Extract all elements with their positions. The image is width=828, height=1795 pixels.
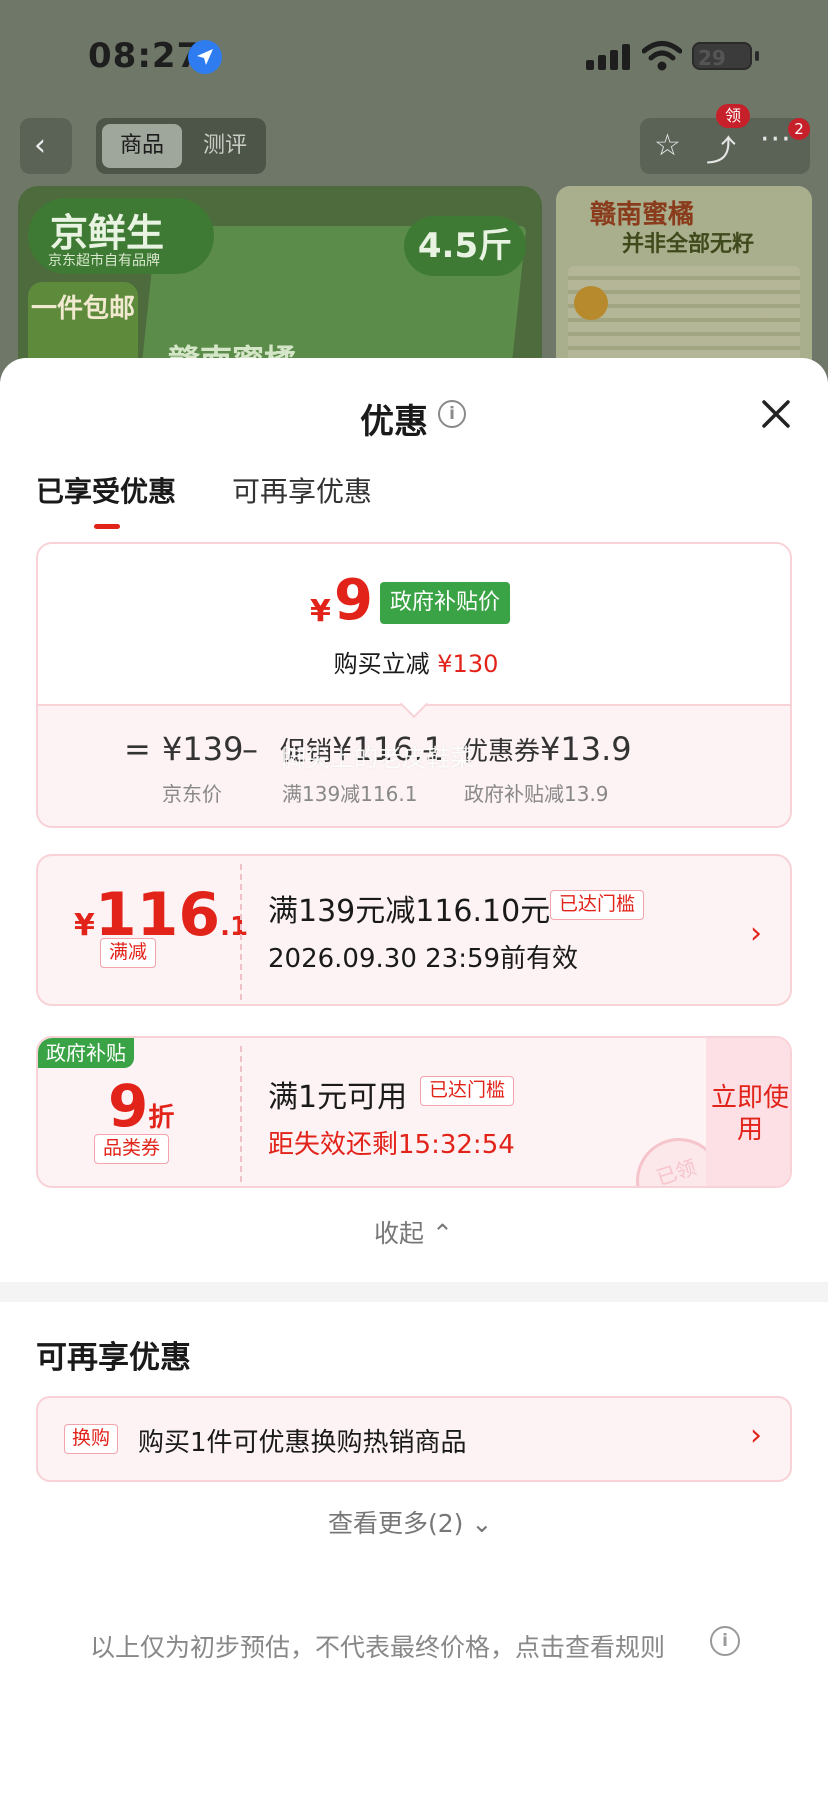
status-time: 08:27: [88, 36, 202, 76]
brand-name: 京鲜生: [50, 211, 165, 255]
base-price-label: 京东价: [162, 782, 222, 806]
swap-text: 购买1件可优惠换购热销商品: [138, 1428, 467, 1458]
coupon-label: 政府补贴减13.9: [464, 782, 609, 806]
tab-indicator: [94, 524, 120, 529]
price-summary-card: ¥ 9 政府补贴价 购买立减 ¥130 = ¥139 京东价 – 促销¥116.…: [36, 542, 792, 828]
equals-sign: =: [124, 730, 151, 768]
promo-label: 满139减116.1: [282, 782, 418, 806]
wifi-icon: [642, 41, 682, 71]
star-icon[interactable]: ☆: [654, 128, 681, 163]
coupon-divider: [240, 864, 242, 1000]
tab-available[interactable]: 可再享优惠: [232, 470, 372, 510]
sheet-title: 优惠: [360, 402, 428, 442]
back-button[interactable]: ‹: [20, 118, 72, 174]
brand-sub: 京东超市自有品牌: [48, 253, 160, 269]
product-poster: 赣南蜜橘 并非全部无籽: [556, 186, 812, 386]
coupon-value-area: ¥116.1 满减: [38, 856, 248, 1004]
coupon-value-area: 政府补贴 9折 品类券: [38, 1038, 240, 1186]
summary-top: ¥ 9 政府补贴价 购买立减 ¥130: [38, 544, 790, 704]
disclaimer-text[interactable]: 以上仅为初步预估，不代表最终价格，点击查看规则: [90, 1628, 665, 1664]
coupon-amount: 优惠券¥13.9: [462, 730, 632, 768]
gov-subsidy-corner: 政府补贴: [38, 1038, 134, 1068]
status-bar: 08:27 29: [0, 0, 828, 110]
buy-amount: ¥130: [437, 650, 499, 678]
minus-sign: –: [242, 730, 258, 768]
close-icon[interactable]: [756, 394, 796, 434]
battery-level: 29: [698, 46, 726, 70]
coupon-currency: ¥: [74, 908, 95, 943]
segment-control: 商品 测评: [96, 118, 266, 174]
use-now-button[interactable]: 立即使用: [706, 1038, 790, 1186]
collapse-label: 收起: [374, 1219, 425, 1248]
coupon-type-tag: 满减: [100, 938, 157, 968]
discount-sheet: 优惠 i 已享受优惠 可再享优惠 ¥ 9 政府补贴价 购买立减 ¥130 = ¥…: [0, 358, 828, 1795]
count-badge: 2: [788, 118, 810, 140]
tab-review[interactable]: 测评: [188, 124, 262, 168]
tab-product[interactable]: 商品: [102, 124, 182, 168]
coupon-amount-dec: .1: [220, 912, 249, 942]
brand-pill: 京鲜生 京东超市自有品牌: [28, 198, 214, 274]
location-icon: [188, 40, 222, 74]
coupon-value: ¥13.9: [540, 730, 632, 768]
see-more-label: 查看更多(2): [328, 1509, 464, 1538]
tab-enjoyed[interactable]: 已享受优惠: [36, 470, 176, 510]
final-price-value: 9: [334, 568, 373, 633]
size-label: 4.5斤: [404, 216, 526, 276]
product-image: 京鲜生 京东超市自有品牌 4.5斤 一件包邮 赣南蜜橘: [18, 186, 542, 386]
section-divider: [0, 1282, 828, 1302]
coupon-validity: 2026.09.30 23:59前有效: [268, 944, 579, 974]
discount-tabs: 已享受优惠 可再享优惠: [36, 470, 796, 530]
chevron-right-icon: ›: [750, 916, 762, 951]
category-coupon: 政府补贴 9折 品类券 满1元可用 已达门槛 距失效还剩15:32:54 已领 …: [36, 1036, 792, 1188]
threshold-badge: 已达门槛: [550, 890, 645, 920]
coupon-divider: [240, 1046, 242, 1182]
info-icon[interactable]: i: [710, 1626, 740, 1656]
base-price: ¥139: [162, 730, 244, 768]
battery-icon: 29: [692, 42, 752, 70]
coupon-title: 满139元减116.10元: [268, 894, 551, 929]
buy-label: 购买立减: [333, 650, 430, 678]
chevron-up-icon: ⌃: [431, 1219, 453, 1248]
gov-subsidy-tag: 政府补贴价: [380, 582, 511, 624]
chevron-down-icon: ⌄: [471, 1509, 493, 1538]
cellular-signal-icon: [586, 44, 630, 70]
nav-bar: ‹ 商品 测评 ☆ ⤴ ···: [0, 118, 828, 178]
orange-icon: [574, 286, 608, 320]
poster-sub: 并非全部无籽: [622, 232, 755, 257]
threshold-badge: 已达门槛: [420, 1076, 515, 1106]
swap-tag: 换购: [64, 1424, 119, 1454]
see-more-button[interactable]: 查看更多(2) ⌄: [328, 1504, 492, 1540]
battery-nub: [755, 51, 759, 61]
chevron-left-icon: ‹: [34, 128, 46, 163]
coupon-title: 满1元可用: [268, 1080, 408, 1115]
discount-unit: 折: [148, 1103, 175, 1133]
coupon-countdown: 距失效还剩15:32:54: [268, 1130, 515, 1160]
available-section-title: 可再享优惠: [36, 1340, 191, 1376]
buy-discount-line: 购买立减 ¥130: [38, 644, 790, 679]
promo-coupon[interactable]: ¥116.1 满减 满139元减116.10元 已达门槛 2026.09.30 …: [36, 854, 792, 1006]
collapse-button[interactable]: 收起 ⌃: [374, 1214, 453, 1250]
share-icon[interactable]: ⤴: [706, 126, 736, 170]
coupon-discount: 9折: [108, 1072, 174, 1140]
claim-badge: 领: [716, 104, 750, 128]
info-icon[interactable]: i: [438, 400, 466, 428]
more-icon[interactable]: ···: [760, 122, 792, 157]
background-page: 08:27 29 ‹ 商品 测评 ☆ ⤴ ··· 领 2 京鲜生 京东超市自有品…: [0, 0, 828, 400]
currency-symbol: ¥: [310, 594, 331, 629]
coupon-type-tag: 品类券: [94, 1134, 170, 1164]
chevron-right-icon: ›: [750, 1418, 762, 1453]
discount-value: 9: [108, 1072, 149, 1140]
swap-offer-row[interactable]: 换购 购买1件可优惠换购热销商品 ›: [36, 1396, 792, 1482]
watermark: 脚尖上的老皮鞋菜: [282, 744, 474, 772]
